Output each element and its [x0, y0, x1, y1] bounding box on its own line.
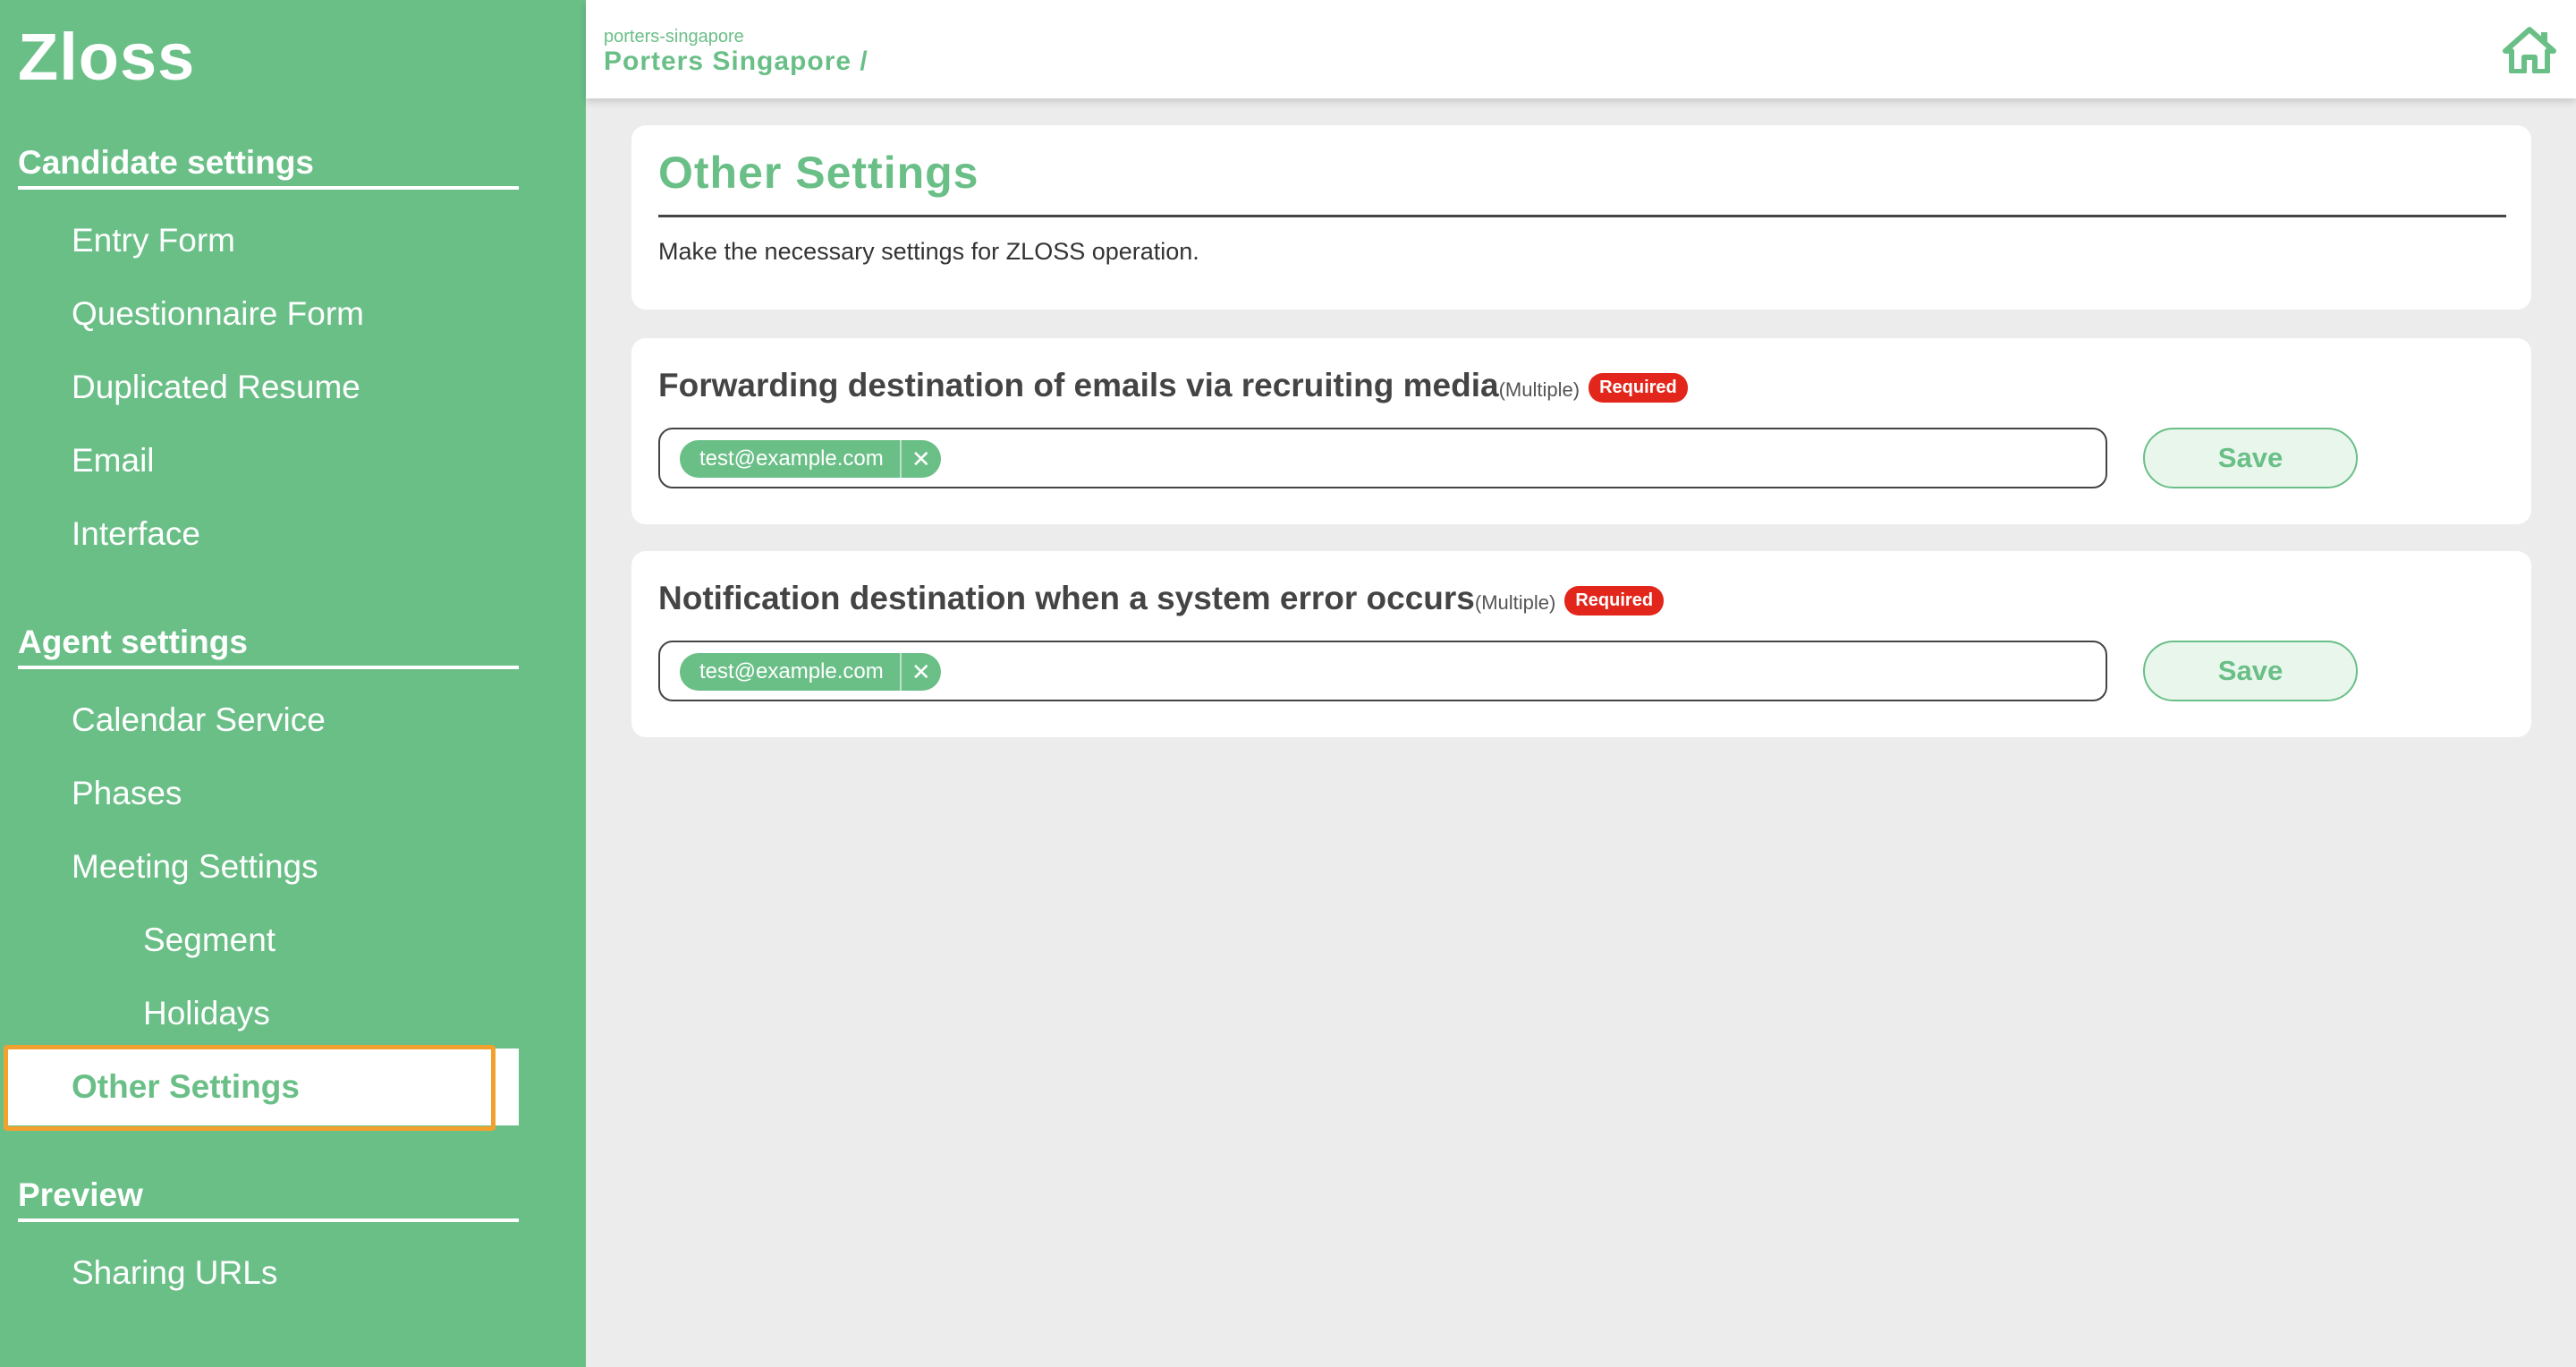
home-icon[interactable]	[2503, 27, 2556, 74]
multiple-hint: (Multiple)	[1498, 378, 1580, 401]
breadcrumb[interactable]: Porters Singapore /	[604, 47, 869, 77]
email-tags-input[interactable]: test@example.com ✕	[658, 641, 2107, 701]
field-label: Notification destination when a system e…	[658, 580, 1665, 617]
app-root: Zloss Candidate settings Entry Form Ques…	[0, 0, 2576, 1367]
multiple-hint: (Multiple)	[1474, 591, 1556, 614]
page-header-card: Other Settings Make the necessary settin…	[631, 125, 2531, 310]
top-bar: porters-singapore Porters Singapore /	[586, 0, 2576, 98]
sidebar-item-segment[interactable]: Segment	[143, 918, 275, 963]
sidebar: Zloss Candidate settings Entry Form Ques…	[0, 0, 586, 1367]
close-icon[interactable]: ✕	[899, 440, 941, 478]
chip-label: test@example.com	[699, 659, 884, 684]
forwarding-destination-card: Forwarding destination of emails via rec…	[631, 338, 2531, 524]
title-divider	[658, 215, 2506, 217]
sidebar-item-calendar-service[interactable]: Calendar Service	[72, 698, 326, 743]
sidebar-item-other-settings-label: Other Settings	[72, 1068, 300, 1105]
email-chip: test@example.com ✕	[680, 653, 941, 691]
close-icon[interactable]: ✕	[899, 653, 941, 691]
required-badge: Required	[1564, 586, 1665, 616]
sidebar-item-questionnaire-form[interactable]: Questionnaire Form	[72, 292, 364, 336]
required-badge: Required	[1589, 373, 1688, 403]
notification-destination-card: Notification destination when a system e…	[631, 551, 2531, 737]
sidebar-item-holidays[interactable]: Holidays	[143, 991, 270, 1036]
sidebar-item-entry-form[interactable]: Entry Form	[72, 218, 235, 263]
section-title-candidate-settings: Candidate settings	[18, 141, 519, 190]
email-tags-input[interactable]: test@example.com ✕	[658, 428, 2107, 488]
section-title-preview: Preview	[18, 1174, 519, 1222]
sidebar-item-email[interactable]: Email	[72, 438, 155, 483]
breadcrumb-slug: porters-singapore	[604, 27, 744, 47]
save-button[interactable]: Save	[2143, 641, 2358, 701]
page-description: Make the necessary settings for ZLOSS op…	[658, 238, 1199, 265]
chip-label: test@example.com	[699, 446, 884, 471]
field-label: Forwarding destination of emails via rec…	[658, 367, 1688, 404]
app-logo: Zloss	[18, 20, 196, 94]
sidebar-item-phases[interactable]: Phases	[72, 771, 182, 816]
field-label-text: Forwarding destination of emails via rec…	[658, 367, 1499, 403]
sidebar-item-interface[interactable]: Interface	[72, 512, 200, 556]
sidebar-item-sharing-urls[interactable]: Sharing URLs	[72, 1251, 277, 1295]
sidebar-item-meeting-settings[interactable]: Meeting Settings	[72, 845, 318, 889]
section-title-agent-settings: Agent settings	[18, 621, 519, 669]
sidebar-item-duplicated-resume[interactable]: Duplicated Resume	[72, 365, 360, 410]
email-chip: test@example.com ✕	[680, 440, 941, 478]
save-button[interactable]: Save	[2143, 428, 2358, 488]
page-title: Other Settings	[658, 148, 979, 198]
field-label-text: Notification destination when a system e…	[658, 580, 1475, 616]
